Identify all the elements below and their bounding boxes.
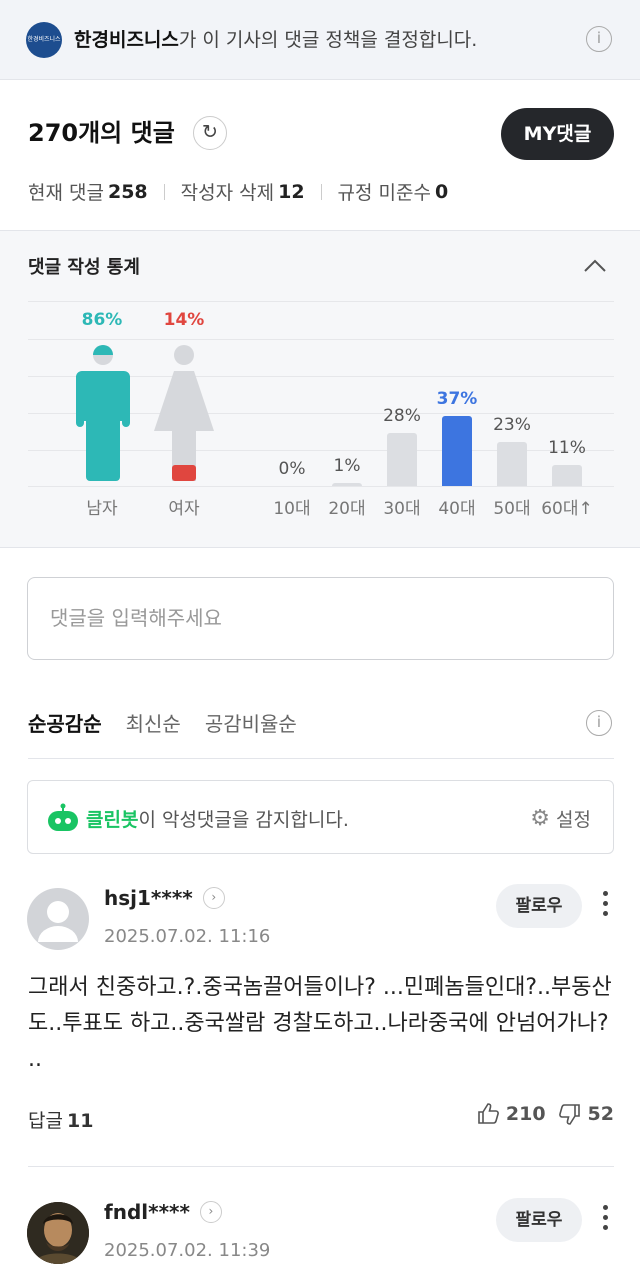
age-label-3: 40대 (438, 499, 476, 519)
age-bar-4 (497, 442, 527, 486)
divider (320, 183, 322, 200)
age-percent-5: 11% (548, 438, 586, 459)
violation-label: 규정 미준수 (337, 182, 431, 204)
age-percent-3: 37% (436, 389, 478, 409)
age-percent-1: 1% (333, 456, 361, 476)
chevron-up-icon[interactable] (582, 253, 608, 279)
thumbs-down-icon (558, 1104, 580, 1125)
age-label-1: 20대 (328, 499, 366, 519)
refresh-icon[interactable]: ↻ (193, 116, 227, 150)
violation-value: 0 (435, 180, 449, 203)
age-percent-0: 0% (278, 459, 306, 479)
dislike-button[interactable]: 52 (558, 1102, 614, 1126)
follow-button[interactable]: 팔로우 (496, 1198, 582, 1242)
grid-line (28, 301, 614, 302)
divider (163, 183, 165, 200)
publisher-logo[interactable]: 한경비즈니스 (26, 22, 62, 58)
chevron-right-icon[interactable]: › (202, 887, 225, 909)
info-icon[interactable]: i (586, 26, 612, 52)
divider (28, 1166, 614, 1167)
policy-banner: 한경비즈니스 한경비즈니스가 이 기사의 댓글 정책을 결정합니다. i (0, 0, 640, 80)
like-count: 210 (505, 1103, 546, 1125)
comment-input[interactable]: 댓글을 입력해주세요 (27, 577, 614, 660)
more-options-icon[interactable] (601, 1205, 609, 1235)
comment-count-title: 270개의 댓글 (28, 119, 175, 147)
gear-icon: ⚙ (530, 805, 551, 831)
age-label-4: 50대 (493, 499, 531, 519)
comment-username[interactable]: hsj1**** › (104, 886, 225, 910)
age-bar-5 (552, 465, 582, 486)
age-bar-3 (442, 416, 472, 486)
comment-username[interactable]: fndl**** › (104, 1200, 222, 1224)
avatar[interactable] (27, 888, 89, 950)
sort-tabs: 순공감순 최신순 공감비율순 (28, 708, 297, 737)
vote-group: 210 52 (476, 1102, 614, 1126)
grid-line (28, 339, 614, 340)
age-bar-1 (332, 483, 362, 486)
deleted-label: 작성자 삭제 (180, 182, 275, 204)
cleanbot-settings-button[interactable]: ⚙ 설정 (530, 805, 591, 832)
age-percent-2: 28% (383, 406, 421, 427)
comment-body: 그래서 친중하고.?.중국놈끌어들이나? ...민폐놈들인대?..부동산도..투… (28, 975, 612, 1072)
reply-button[interactable]: 답글 11 (28, 1106, 93, 1133)
policy-message: 가 이 기사의 댓글 정책을 결정합니다. (178, 29, 478, 51)
default-avatar-icon (38, 901, 78, 942)
current-value: 258 (107, 180, 148, 203)
female-figure-icon (154, 345, 214, 481)
age-label-2: 30대 (383, 499, 421, 519)
comment-date: 2025.07.02. 11:39 (104, 1240, 271, 1261)
more-options-icon[interactable] (601, 891, 609, 921)
age-label-0: 10대 (273, 499, 311, 519)
policy-text: 한경비즈니스가 이 기사의 댓글 정책을 결정합니다. (74, 25, 477, 52)
tab-latest[interactable]: 최신순 (126, 708, 181, 737)
female-percent: 14% (163, 310, 205, 330)
age-bar-2 (387, 433, 417, 486)
comment-stats-panel: 댓글 작성 통계 86% 14% 남자 여자 0% 10대 1% 20대 28% 30대 3… (0, 230, 640, 548)
comment-counts: 현재 댓글 258 작성자 삭제 12 규정 미준수 0 (28, 178, 448, 205)
male-label: 남자 (86, 499, 118, 519)
like-button[interactable]: 210 (476, 1102, 546, 1126)
male-percent: 86% (81, 310, 123, 330)
grid-line (28, 486, 614, 487)
info-icon[interactable]: i (586, 710, 612, 736)
cleanbot-message: 이 악성댓글을 감지합니다. (138, 809, 349, 831)
publisher-name[interactable]: 한경비즈니스 (74, 29, 179, 51)
current-label: 현재 댓글 (28, 182, 104, 204)
reply-label: 답글 (28, 1110, 63, 1132)
settings-label: 설정 (556, 809, 591, 831)
male-figure-icon (76, 345, 130, 481)
chevron-right-icon[interactable]: › (199, 1201, 222, 1223)
stats-title: 댓글 작성 통계 (28, 257, 140, 278)
cleanbot-banner: 클린봇이 악성댓글을 감지합니다. ⚙ 설정 (27, 780, 614, 854)
username-text: fndl**** (104, 1200, 190, 1224)
follow-button[interactable]: 팔로우 (496, 884, 582, 928)
reply-count: 11 (66, 1110, 94, 1132)
cleanbot-brand: 클린봇 (86, 809, 139, 831)
age-percent-4: 23% (493, 415, 531, 436)
thumbs-up-icon (478, 1103, 499, 1124)
my-comments-button[interactable]: MY댓글 (501, 108, 614, 160)
avatar[interactable] (27, 1202, 89, 1264)
deleted-value: 12 (278, 180, 305, 203)
user-photo-avatar (27, 1202, 89, 1264)
female-label: 여자 (168, 499, 200, 519)
username-text: hsj1**** (104, 886, 193, 910)
age-label-5: 60대↑ (541, 499, 593, 519)
comment-date: 2025.07.02. 11:16 (104, 926, 271, 947)
cleanbot-text: 클린봇이 악성댓글을 감지합니다. (86, 805, 349, 832)
tab-top-likes[interactable]: 순공감순 (28, 708, 102, 737)
cleanbot-icon (48, 803, 78, 831)
divider (28, 758, 614, 759)
dislike-count: 52 (587, 1103, 614, 1125)
tab-like-ratio[interactable]: 공감비율순 (205, 708, 297, 737)
